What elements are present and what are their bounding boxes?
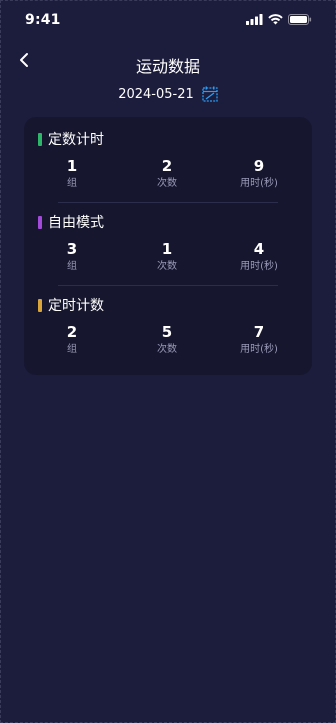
section-color-bar	[38, 132, 42, 146]
section-header: 定时计数	[38, 295, 104, 315]
date-label: 2024-05-21	[118, 86, 194, 102]
stat-label: 次数	[157, 344, 177, 355]
stat-value: 7	[253, 323, 265, 341]
stat-duration: 4 用时(秒)	[219, 240, 299, 274]
stat-label: 次数	[157, 178, 177, 189]
section-header: 定数计时	[38, 129, 104, 149]
stat-duration: 9 用时(秒)	[219, 157, 299, 191]
section-header: 自由模式	[38, 212, 104, 232]
stat-value: 5	[161, 323, 173, 341]
workout-stats-card: 定数计时 1 组 2 次数 9 用时(秒) 自由模式 3 组 1 次数 4 用时…	[24, 117, 312, 375]
battery-icon	[288, 14, 312, 25]
stat-label: 次数	[157, 261, 177, 272]
stat-label: 组	[67, 261, 77, 272]
calendar-icon[interactable]	[202, 86, 218, 102]
stat-value: 3	[66, 240, 78, 258]
signal-icon	[246, 14, 263, 25]
stat-value: 2	[66, 323, 78, 341]
stat-label: 组	[67, 178, 77, 189]
section-title: 自由模式	[48, 215, 104, 231]
stat-label: 用时(秒)	[240, 344, 278, 355]
stat-label: 用时(秒)	[240, 261, 278, 272]
date-row: 2024-05-21	[0, 86, 336, 102]
section-title: 定数计时	[48, 132, 104, 148]
stat-groups: 2 组	[32, 323, 112, 357]
stat-value: 4	[253, 240, 265, 258]
stat-value: 1	[66, 157, 78, 175]
navigation-bar: 运动数据	[0, 44, 336, 80]
divider	[58, 202, 278, 203]
divider	[58, 285, 278, 286]
status-icons	[246, 14, 312, 25]
status-time: 9:41	[25, 12, 61, 28]
stat-duration: 7 用时(秒)	[219, 323, 299, 357]
section-title: 定时计数	[48, 298, 104, 314]
stat-groups: 3 组	[32, 240, 112, 274]
stat-count: 1 次数	[127, 240, 207, 274]
page-title: 运动数据	[135, 57, 200, 76]
section-color-bar	[38, 215, 42, 229]
stat-count: 2 次数	[127, 157, 207, 191]
stat-groups: 1 组	[32, 157, 112, 191]
stat-label: 用时(秒)	[240, 178, 278, 189]
stat-value: 9	[253, 157, 265, 175]
stat-label: 组	[67, 344, 77, 355]
stat-count: 5 次数	[127, 323, 207, 357]
stat-value: 2	[161, 157, 173, 175]
wifi-icon	[268, 14, 283, 25]
status-bar: 9:41	[0, 0, 336, 40]
section-color-bar	[38, 298, 42, 312]
stat-value: 1	[161, 240, 173, 258]
